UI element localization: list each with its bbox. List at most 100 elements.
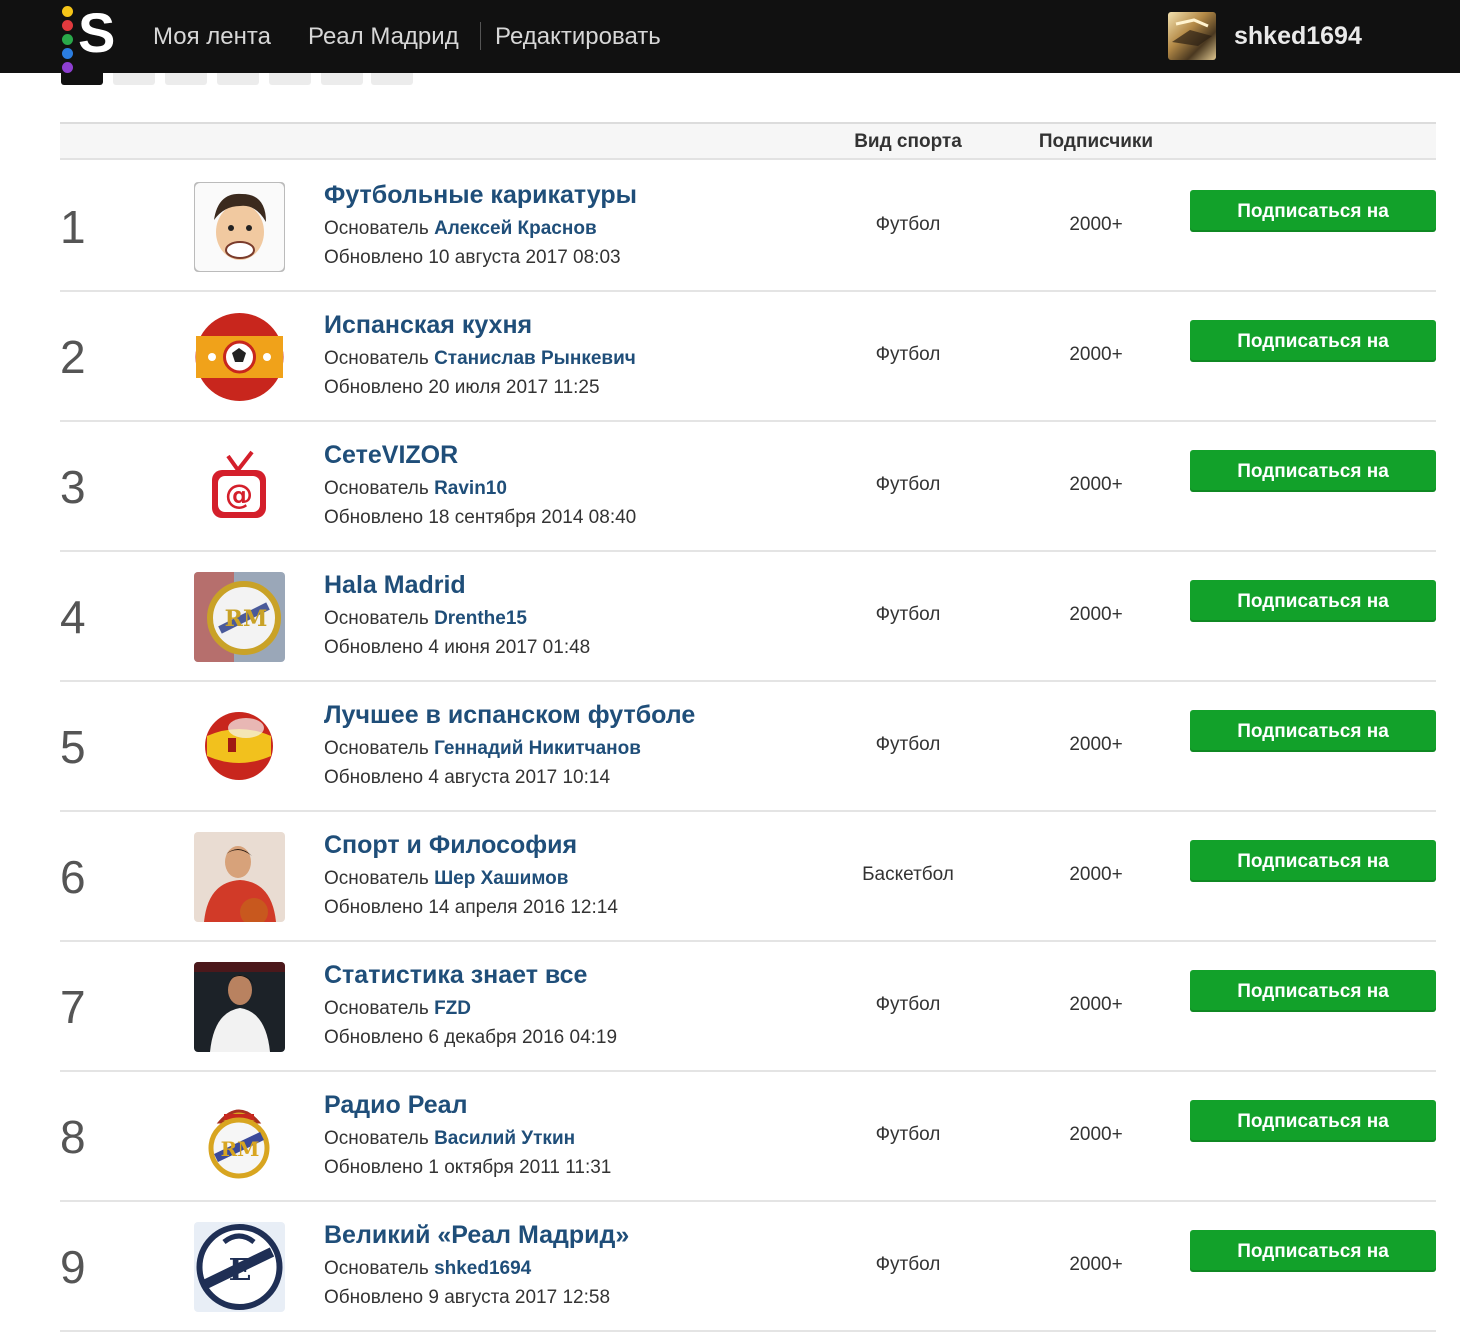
sport-type: Футбол [875, 344, 941, 365]
subscribe-button[interactable]: Подписаться на [1190, 970, 1436, 1012]
subscribe-button[interactable]: Подписаться на [1190, 320, 1436, 362]
subscriber-count: 2000+ [1069, 604, 1123, 625]
tab-stub[interactable] [61, 73, 103, 85]
subscribe-button[interactable]: Подписаться на [1190, 190, 1436, 232]
subscribe-button[interactable]: Подписаться на [1190, 840, 1436, 882]
founder-label: Основатель [324, 608, 429, 629]
blog-thumbnail[interactable]: @ [194, 442, 285, 532]
founder-line: Основатель Станислав Рынкевич [324, 344, 844, 373]
blog-title-link[interactable]: Радио Реал [324, 1090, 844, 1124]
table-row: 2 Испанская кухня Основатель Станислав Р… [60, 292, 1436, 422]
sport-type: Футбол [875, 474, 941, 495]
subscribe-button[interactable]: Подписаться на [1190, 1100, 1436, 1142]
blog-thumbnail[interactable] [194, 182, 285, 272]
updated-date: Обновлено 20 июля 2017 11:25 [324, 377, 600, 398]
avatar[interactable] [1168, 12, 1216, 60]
founder-link[interactable]: Станислав Рынкевич [434, 348, 636, 369]
founder-link[interactable]: Ravin10 [434, 478, 507, 499]
founder-line: Основатель FZD [324, 994, 844, 1023]
subscribe-button[interactable]: Подписаться на [1190, 1230, 1436, 1272]
rank-number: 8 [60, 1111, 86, 1163]
blog-info: Испанская кухня Основатель Станислав Рын… [324, 310, 844, 402]
blog-thumbnail[interactable] [194, 702, 285, 792]
blog-title-link[interactable]: Футбольные карикатуры [324, 180, 844, 214]
blog-thumbnail[interactable] [194, 832, 285, 922]
svg-text:RM: RM [221, 1137, 260, 1161]
subscriber-count: 2000+ [1069, 214, 1123, 235]
founder-link[interactable]: FZD [434, 998, 471, 1019]
subscriber-count: 2000+ [1069, 344, 1123, 365]
tab-stub[interactable] [113, 73, 155, 85]
founder-line: Основатель Геннадий Никитчанов [324, 734, 844, 763]
tab-stub[interactable] [217, 73, 259, 85]
table-row: 6 Спорт и Философия Основатель Шер Хашим… [60, 812, 1436, 942]
founder-line: Основатель Drenthe15 [324, 604, 844, 633]
updated-date: Обновлено 6 декабря 2016 04:19 [324, 1027, 618, 1048]
founder-line: Основатель Ravin10 [324, 474, 844, 503]
founder-link[interactable]: Шер Хашимов [434, 868, 568, 889]
blog-title-link[interactable]: Лучшее в испанском футболе [324, 700, 844, 734]
subscribe-button[interactable]: Подписаться на [1190, 710, 1436, 752]
founder-link[interactable]: Василий Уткин [434, 1128, 575, 1149]
founder-line: Основатель Василий Уткин [324, 1124, 844, 1153]
tab-stub[interactable] [165, 73, 207, 85]
tab-stub[interactable] [269, 73, 311, 85]
blog-thumbnail[interactable] [194, 962, 285, 1052]
founder-label: Основатель [324, 348, 429, 369]
blog-title-link[interactable]: СетеVIZOR [324, 440, 844, 474]
updated-date: Обновлено 9 августа 2017 12:58 [324, 1287, 611, 1308]
founder-label: Основатель [324, 1128, 429, 1149]
user-name[interactable]: shked1694 [1234, 22, 1362, 51]
svg-text:RM: RM [225, 606, 268, 632]
column-header-sport[interactable]: Вид спорта [818, 124, 998, 160]
sport-type: Футбол [875, 994, 941, 1015]
subscribe-button[interactable]: Подписаться на [1190, 450, 1436, 492]
rank-number: 3 [60, 461, 86, 513]
subscriber-count: 2000+ [1069, 474, 1123, 495]
tab-stub[interactable] [321, 73, 363, 85]
sport-type: Футбол [875, 604, 941, 625]
table-row: 5 Лучшее в испанском футболе Основатель … [60, 682, 1436, 812]
table-row: 3 @ СетеVIZOR Основатель Ravin10 Обновле… [60, 422, 1436, 552]
column-header-subscribers[interactable]: Подписчики [1006, 124, 1186, 160]
rank-number: 4 [60, 591, 86, 643]
updated-date: Обновлено 1 октября 2011 11:31 [324, 1157, 612, 1178]
founder-link[interactable]: shked1694 [434, 1258, 531, 1279]
blog-thumbnail[interactable]: RM [194, 572, 285, 662]
user-menu[interactable]: shked1694 [1168, 12, 1362, 60]
nav-my-feed[interactable]: Моя лента [153, 0, 271, 73]
blog-title-link[interactable]: Статистика знает все [324, 960, 844, 994]
nav-divider [480, 22, 481, 50]
blog-title-link[interactable]: Спорт и Философия [324, 830, 844, 864]
founder-link[interactable]: Алексей Краснов [434, 218, 597, 239]
blog-thumbnail[interactable] [194, 312, 285, 402]
founder-label: Основатель [324, 478, 429, 499]
blog-info: Футбольные карикатуры Основатель Алексей… [324, 180, 844, 272]
blog-title-link[interactable]: Великий «Реал Мадрид» [324, 1220, 844, 1254]
founder-line: Основатель Алексей Краснов [324, 214, 844, 243]
blog-title-link[interactable]: Испанская кухня [324, 310, 844, 344]
founder-link[interactable]: Drenthe15 [434, 608, 527, 629]
rank-number: 7 [60, 981, 86, 1033]
site-logo[interactable]: S [60, 1, 122, 73]
founder-line: Основатель shked1694 [324, 1254, 844, 1283]
tab-stub[interactable] [371, 73, 413, 85]
table-row: 1 Футбольные карикатуры Основатель Алекс… [60, 162, 1436, 292]
nav-real-madrid[interactable]: Реал Мадрид [308, 0, 459, 73]
subscriber-count: 2000+ [1069, 1124, 1123, 1145]
sport-type: Футбол [875, 1124, 941, 1145]
blog-title-link[interactable]: Hala Madrid [324, 570, 844, 604]
subscriber-count: 2000+ [1069, 864, 1123, 885]
founder-label: Основатель [324, 1258, 429, 1279]
subscribe-button[interactable]: Подписаться на [1190, 580, 1436, 622]
rank-number: 9 [60, 1241, 86, 1293]
top-navigation-bar: S Моя лента Реал Мадрид Редактировать sh… [0, 0, 1460, 73]
blog-thumbnail[interactable]: E [194, 1222, 285, 1312]
founder-link[interactable]: Геннадий Никитчанов [434, 738, 641, 759]
nav-edit[interactable]: Редактировать [495, 0, 661, 73]
blog-thumbnail[interactable]: RM [194, 1092, 285, 1182]
rank-number: 2 [60, 331, 86, 383]
updated-date: Обновлено 10 августа 2017 08:03 [324, 247, 621, 268]
rank-number: 1 [60, 201, 86, 253]
blog-info: Спорт и Философия Основатель Шер Хашимов… [324, 830, 844, 922]
